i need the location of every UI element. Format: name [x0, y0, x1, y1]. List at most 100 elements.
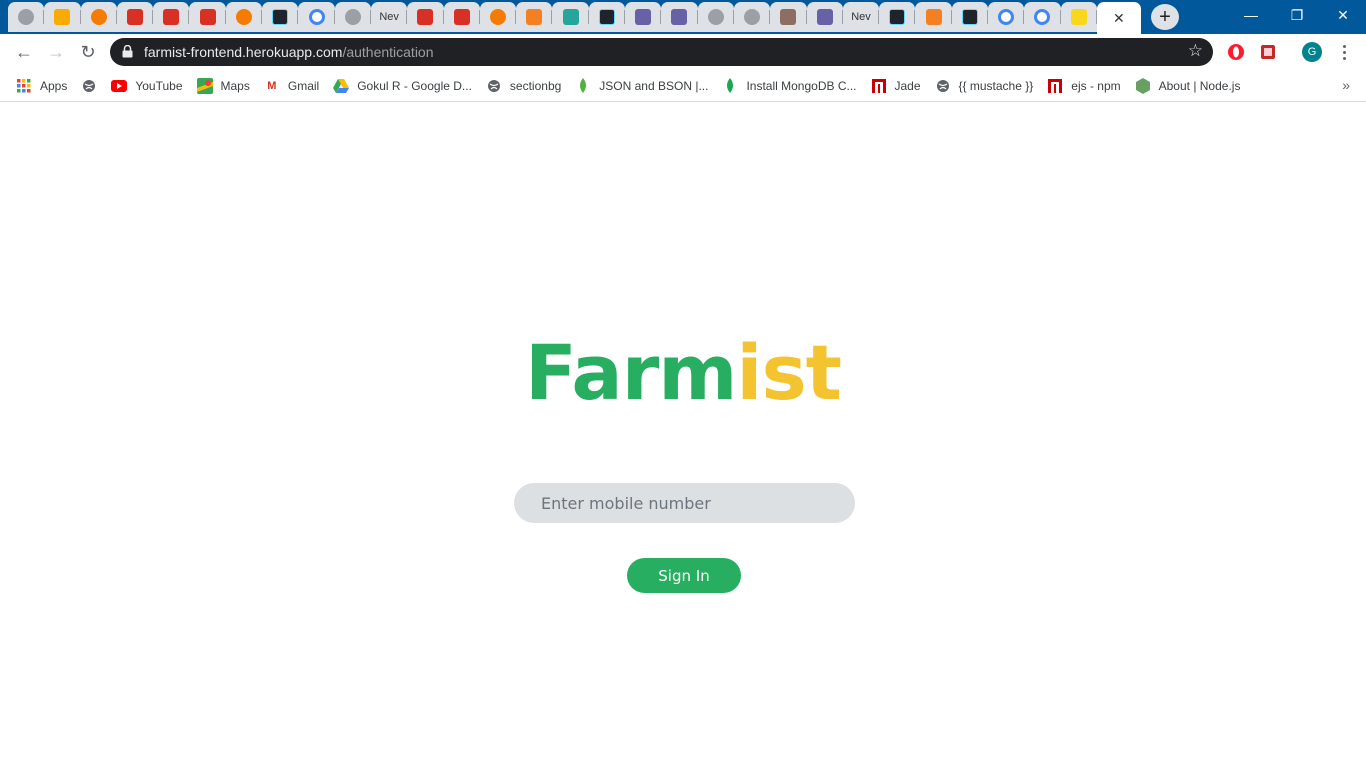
- flipkart-icon: [1070, 9, 1087, 25]
- tab-list: Nev Nev ✕: [8, 2, 1141, 34]
- browser-tab[interactable]: [697, 2, 735, 32]
- close-window-icon[interactable]: ✕: [1320, 0, 1366, 30]
- browser-tab[interactable]: [80, 2, 118, 32]
- gmail-icon: [199, 9, 216, 25]
- forward-arrow-icon[interactable]: →: [44, 40, 68, 64]
- browser-tab[interactable]: [625, 2, 662, 32]
- bookmark-star-icon[interactable]: ☆: [1188, 41, 1203, 61]
- sign-in-button[interactable]: Sign In: [627, 558, 741, 593]
- browser-tab[interactable]: [334, 2, 372, 32]
- bookmark-item[interactable]: Apps: [16, 78, 67, 94]
- browser-tab[interactable]: [225, 2, 263, 32]
- browser-tab[interactable]: [951, 2, 989, 32]
- apps-grid-icon: [16, 78, 32, 94]
- diamond-icon: [562, 9, 579, 25]
- browser-tab[interactable]: Nev: [842, 2, 880, 32]
- browser-tab[interactable]: [588, 2, 626, 32]
- google-icon: [1034, 9, 1051, 25]
- bookmarks-bar: Apps YouTube Maps M Gmail Gokul R - Google D.…: [0, 70, 1366, 102]
- browser-tab[interactable]: [806, 2, 844, 32]
- globe-icon: [81, 78, 97, 94]
- sun-icon: [235, 9, 252, 25]
- bookmark-item[interactable]: sectionbg: [486, 78, 561, 94]
- sun-icon: [90, 9, 107, 25]
- browser-tab[interactable]: [516, 2, 553, 32]
- extension-icon[interactable]: [1258, 42, 1278, 62]
- mobile-number-input[interactable]: [514, 483, 855, 523]
- browser-tab[interactable]: [189, 2, 227, 32]
- browser-tab[interactable]: [44, 2, 81, 32]
- nodejs-icon: [1135, 77, 1151, 94]
- bookmark-item[interactable]: [81, 78, 97, 94]
- back-arrow-icon[interactable]: ←: [12, 40, 36, 64]
- browser-tab[interactable]: [552, 2, 590, 32]
- url-path: /authentication: [342, 44, 434, 60]
- bookmark-item[interactable]: Gokul R - Google D...: [333, 78, 472, 94]
- close-tab-icon[interactable]: ✕: [1113, 10, 1125, 27]
- active-browser-tab[interactable]: ✕: [1096, 2, 1141, 34]
- restore-icon[interactable]: ❐: [1274, 0, 1320, 30]
- mongodb-leaf-icon: [575, 77, 591, 94]
- address-bar[interactable]: farmist-frontend.herokuapp.com/authentic…: [110, 38, 1213, 66]
- bookmark-item[interactable]: Install MongoDB C...: [722, 77, 857, 94]
- bookmark-label: Install MongoDB C...: [746, 78, 857, 93]
- browser-tab[interactable]: [988, 2, 1025, 32]
- maps-icon: [196, 77, 213, 94]
- page-content: Farmist Sign In: [0, 103, 1366, 768]
- bookmark-item[interactable]: {{ mustache }}: [935, 78, 1034, 94]
- globe-icon: [935, 78, 951, 94]
- browser-tab[interactable]: [770, 2, 807, 32]
- minimize-icon[interactable]: —: [1228, 0, 1274, 30]
- bookmark-item[interactable]: About | Node.js: [1135, 77, 1240, 94]
- logo-part-ist: ist: [736, 328, 842, 417]
- bookmark-label: {{ mustache }}: [958, 78, 1034, 93]
- bookmark-item[interactable]: M Gmail: [264, 78, 319, 94]
- new-tab-button[interactable]: +: [1151, 4, 1179, 30]
- lock-icon: [122, 45, 133, 58]
- gmail-icon: [417, 9, 434, 25]
- browser-tab[interactable]: [879, 2, 916, 32]
- bookmark-label: Gokul R - Google D...: [357, 78, 472, 93]
- browser-tab[interactable]: [915, 2, 953, 32]
- browser-tab[interactable]: [153, 2, 190, 32]
- bookmark-label: Gmail: [287, 78, 320, 93]
- bookmark-label: Apps: [40, 78, 68, 93]
- browser-tab[interactable]: [8, 2, 45, 32]
- bookmark-item[interactable]: Jade: [871, 78, 921, 94]
- bookmark-item[interactable]: JSON and BSON |...: [575, 77, 708, 94]
- browser-tab[interactable]: [1024, 2, 1061, 32]
- browser-tab[interactable]: [443, 2, 481, 32]
- browser-tab[interactable]: [407, 2, 444, 32]
- browser-tab[interactable]: [262, 2, 299, 32]
- stackoverflow-icon: [925, 9, 942, 25]
- bookmark-item[interactable]: YouTube: [111, 78, 183, 94]
- profile-avatar[interactable]: G: [1302, 42, 1322, 62]
- bookmark-label: YouTube: [135, 78, 183, 93]
- browser-tab[interactable]: [1060, 2, 1098, 32]
- bookmark-item[interactable]: ejs - npm: [1047, 78, 1121, 94]
- browser-tab[interactable]: [733, 2, 771, 32]
- bookmarks-overflow-icon[interactable]: »: [1342, 77, 1350, 93]
- menu-dots-icon[interactable]: [1336, 42, 1352, 62]
- url-text: farmist-frontend.herokuapp.com/authentic…: [144, 44, 434, 60]
- browser-tab[interactable]: [479, 2, 517, 32]
- tab-title: Nev: [379, 11, 399, 23]
- browser-tab[interactable]: [116, 2, 154, 32]
- drive-icon: [333, 78, 350, 94]
- stackoverflow-icon: [526, 9, 543, 25]
- react-icon: [272, 9, 289, 25]
- globe-icon: [344, 9, 361, 25]
- browser-tab[interactable]: [661, 2, 698, 32]
- npm-icon: [1047, 78, 1063, 94]
- gmail-icon: [127, 9, 144, 25]
- browser-tab[interactable]: [298, 2, 335, 32]
- reload-icon[interactable]: ↻: [76, 40, 100, 64]
- tab-strip: Nev Nev ✕ + — ❐ ✕: [0, 0, 1366, 34]
- drive-bolt-icon: [54, 9, 71, 25]
- google-icon: [998, 9, 1015, 25]
- opera-extension-icon[interactable]: [1226, 42, 1246, 62]
- youtube-icon: [111, 78, 128, 94]
- bookmark-label: Maps: [220, 78, 250, 93]
- bookmark-item[interactable]: Maps: [196, 77, 250, 94]
- browser-tab[interactable]: Nev: [370, 2, 408, 32]
